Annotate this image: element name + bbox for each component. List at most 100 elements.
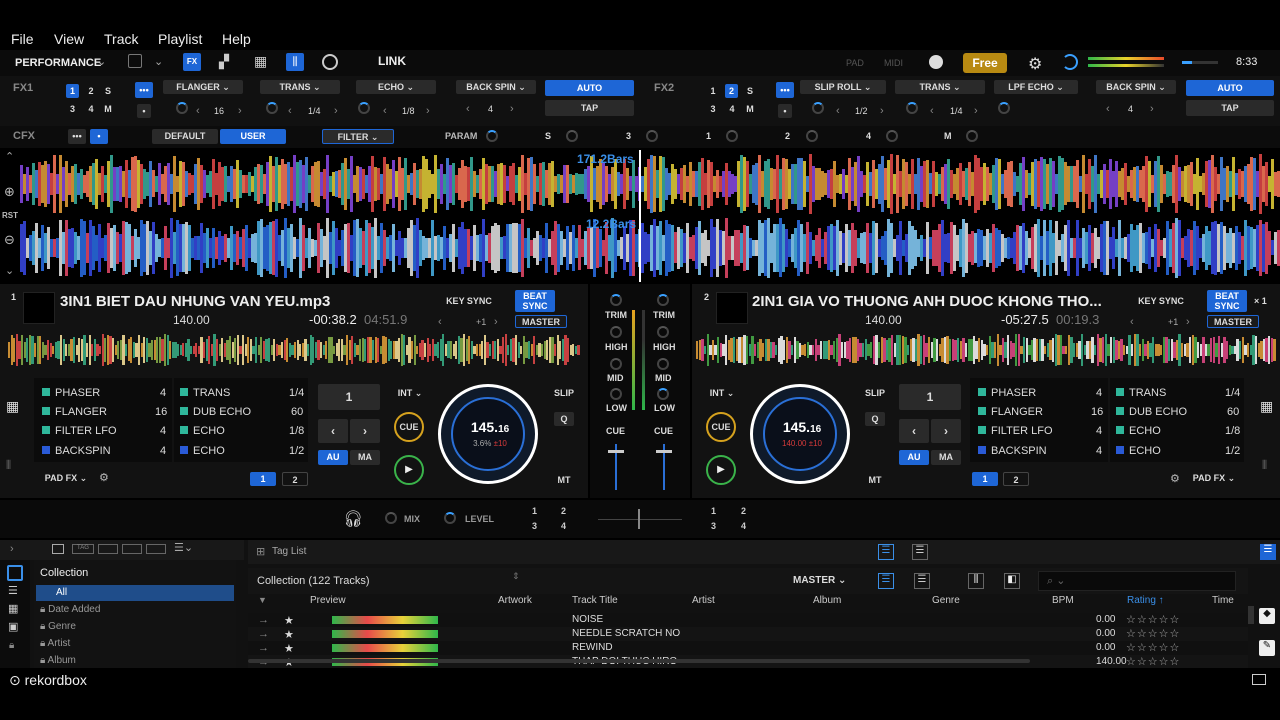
deck2-au-button[interactable]: AU [899, 450, 929, 465]
detail-view-icon[interactable]: ☰ [912, 544, 928, 560]
shield-icon[interactable] [929, 55, 943, 69]
deck1-pad-8[interactable]: ECHO [180, 445, 225, 457]
fx2-bank-4[interactable]: 4 [727, 102, 737, 116]
fx1-bank-3[interactable]: 3 [66, 102, 79, 116]
fx1-bank-s[interactable]: S [103, 84, 113, 98]
chevron-down-icon[interactable]: ⌄ [97, 55, 106, 68]
deck2-mt-button[interactable]: MT [862, 473, 888, 487]
chevron-right-icon[interactable]: › [880, 105, 884, 117]
tree-genre[interactable]: 🔒︎ Genre [40, 621, 76, 632]
deck2-pad-2[interactable]: FLANGER [978, 406, 1043, 418]
deck2-padfx-selector[interactable]: PAD FX ⌄ [1186, 471, 1242, 485]
assign-a-3[interactable]: 3 [532, 521, 537, 531]
col-time[interactable]: Time [1212, 595, 1234, 606]
deck1-slip-button[interactable]: SLIP [549, 386, 579, 400]
chevron-right-icon[interactable]: › [494, 316, 498, 328]
deck2-quantize-button[interactable]: Q [865, 412, 885, 426]
handle-icon[interactable]: ⫴ [6, 458, 11, 473]
fx2-bank-m[interactable]: M [745, 102, 755, 116]
cfx-knob-4[interactable] [886, 130, 898, 142]
deck1-page-2[interactable]: 2 [282, 472, 308, 486]
list-view-icon[interactable]: ☰ [878, 544, 894, 560]
fx1-more-button[interactable]: ••• [135, 82, 153, 98]
cfx-key-1[interactable]: 1 [706, 131, 711, 141]
deck2-pad-5[interactable]: TRANS [1116, 387, 1166, 399]
collection-icon[interactable] [7, 565, 23, 581]
fx1-effect-3[interactable]: ECHO ⌄ [356, 80, 436, 94]
deck1-loop-length[interactable]: 1 [318, 384, 380, 410]
load-arrow-icon[interactable]: → [258, 642, 269, 654]
col-preview[interactable]: Preview [310, 595, 346, 606]
level-knob[interactable] [444, 512, 456, 524]
chevron-left-icon[interactable]: ‹ [1106, 103, 1110, 115]
deck1-waveform[interactable] [20, 154, 1280, 214]
cfx-filter-button[interactable]: FILTER ⌄ [322, 129, 394, 144]
list-icon[interactable]: ☰⌄ [174, 541, 193, 554]
fx1-beat-fx[interactable]: BACK SPIN ⌄ [456, 80, 536, 94]
deck2-key-sync[interactable]: KEY SYNC [1130, 294, 1192, 308]
cfx-user-button[interactable]: USER [220, 129, 286, 144]
cfx-key-3[interactable]: 3 [626, 131, 631, 141]
fx2-beat-fx[interactable]: BACK SPIN ⌄ [1096, 80, 1176, 94]
volume-slider[interactable] [1182, 61, 1218, 64]
tag-list-label[interactable]: Tag List [272, 546, 306, 557]
fx1-knob-1[interactable] [176, 102, 188, 114]
col-title[interactable]: Track Title [572, 595, 618, 606]
edit-icon[interactable]: ✎ [1259, 640, 1275, 656]
menu-playlist[interactable]: Playlist [158, 31, 202, 47]
columns-icon[interactable]: ⫼ [968, 573, 984, 589]
fullscreen-icon[interactable] [1252, 674, 1266, 685]
deck2-loop-length[interactable]: 1 [899, 384, 961, 410]
crossfader[interactable] [598, 509, 682, 529]
fx2-bank-s[interactable]: S [745, 84, 755, 98]
deck2-master-button[interactable]: MASTER [1207, 315, 1259, 328]
chevron-down-icon[interactable]: ⌄ [5, 264, 14, 277]
deck2-page-2[interactable]: 2 [1003, 472, 1029, 486]
fx1-knob-2[interactable] [266, 102, 278, 114]
sort-icon[interactable]: ⇕ [512, 571, 520, 582]
deck2-pad-6[interactable]: DUB ECHO [1116, 406, 1187, 418]
deck1-pad-4[interactable]: BACKSPIN [42, 445, 111, 457]
fx2-knob-3[interactable] [998, 102, 1010, 114]
chevron-left-icon[interactable]: ‹ [466, 103, 470, 115]
low-knob-2[interactable] [657, 388, 669, 400]
fx1-bank-2[interactable]: 2 [86, 84, 96, 98]
deck1-cue-button[interactable]: CUE [394, 412, 424, 442]
sync-icon[interactable] [1062, 54, 1078, 70]
deck1-ma-button[interactable]: MA [350, 450, 380, 465]
cfx-key-2[interactable]: 2 [785, 131, 790, 141]
fx2-effect-3[interactable]: LPF ECHO ⌄ [994, 80, 1078, 94]
deck2-pad-8[interactable]: ECHO [1116, 445, 1161, 457]
deck1-mt-button[interactable]: MT [551, 473, 577, 487]
cfx-key-m[interactable]: M [944, 131, 952, 141]
headphones-icon[interactable]: 🎧︎ [343, 509, 363, 529]
menu-view[interactable]: View [54, 31, 84, 47]
deck2-page-1[interactable]: 1 [972, 472, 998, 486]
assign-b-3[interactable]: 3 [711, 521, 716, 531]
tree-collection[interactable]: Collection [40, 567, 88, 579]
deck2-pad-1[interactable]: PHASER [978, 387, 1036, 399]
chevron-left-icon[interactable]: ‹ [196, 105, 200, 117]
deck1-pad-5[interactable]: TRANS [180, 387, 230, 399]
fx2-bank-1[interactable]: 1 [708, 84, 718, 98]
chevron-right-icon[interactable]: › [931, 419, 961, 443]
cfx-knob-2[interactable] [806, 130, 818, 142]
fx1-bank-4[interactable]: 4 [86, 102, 96, 116]
star-icon[interactable]: ★ [284, 642, 294, 655]
deck2-pad-4[interactable]: BACKSPIN [978, 445, 1047, 457]
channel-fader-1[interactable] [608, 444, 624, 490]
cfx-param-knob[interactable] [486, 130, 498, 142]
col-album[interactable]: Album [813, 595, 841, 606]
fx-panel-icon[interactable]: FX [183, 53, 201, 71]
cfx-knob-s[interactable] [566, 130, 578, 142]
deck2-multiplier[interactable]: × 1 [1254, 296, 1267, 306]
deck1-jog-wheel[interactable]: 145.16 3.6% ±10 [438, 384, 538, 484]
view-icon-1[interactable] [98, 544, 118, 554]
trim-knob-1[interactable] [610, 294, 622, 306]
col-artist[interactable]: Artist [692, 595, 715, 606]
load-arrow-icon[interactable]: → [258, 628, 269, 640]
fx1-bank-m[interactable]: M [103, 102, 113, 116]
chevron-left-icon[interactable]: ‹ [288, 105, 292, 117]
high-knob-2[interactable] [657, 326, 669, 338]
fx1-toggle[interactable]: • [137, 104, 151, 118]
